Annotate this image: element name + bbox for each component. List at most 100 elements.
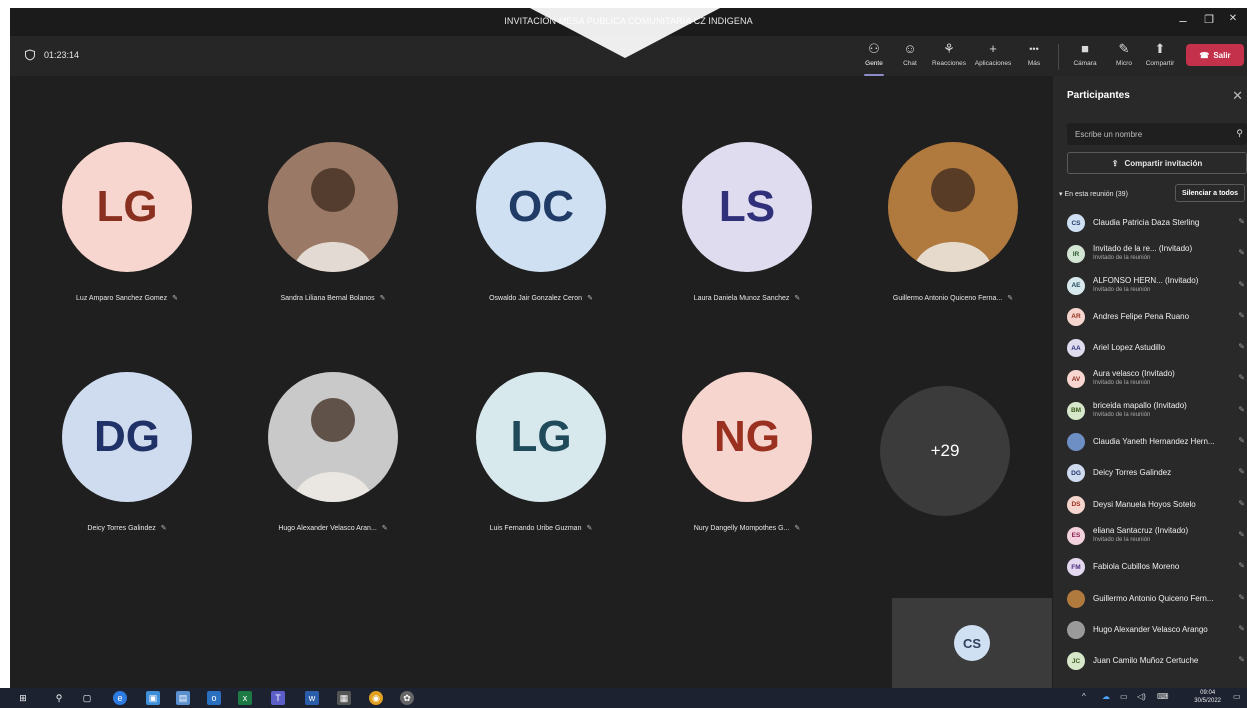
toolbar-divider — [1058, 44, 1059, 70]
participant-name-text: Deicy Torres Galindez — [87, 525, 156, 532]
participant-tile[interactable]: LG Luz Amparo Sanchez Gomez ✎ — [47, 142, 207, 302]
outlook-icon[interactable]: o — [207, 691, 221, 705]
participant-list-role: Invitado de la reunión — [1093, 536, 1151, 543]
camera-button[interactable]: ■ Cámara — [1063, 40, 1107, 74]
mic-off-icon: ✎ — [1238, 529, 1245, 539]
mic-off-icon: ✎ — [1238, 436, 1245, 446]
mic-off-icon: ✎ — [1238, 342, 1245, 352]
participant-list-item[interactable]: Guillermo Antonio Quiceno Fern... ✎ — [1053, 583, 1247, 614]
participant-tile[interactable]: OC Oswaldo Jair Gonzalez Ceron ✎ — [461, 142, 621, 302]
mic-off-icon: ✎ — [1238, 373, 1245, 383]
mic-off-icon: ✎ — [160, 525, 167, 532]
participant-name-text: Hugo Alexander Velasco Aran... — [278, 525, 377, 532]
volume-icon[interactable]: ◁) — [1137, 692, 1146, 701]
apps-button[interactable]: + Aplicaciones — [971, 40, 1015, 74]
close-icon[interactable]: ✕ — [1232, 88, 1243, 104]
more-icon: ••• — [1029, 44, 1039, 54]
chat-button[interactable]: ☺ Chat — [888, 40, 932, 74]
timer-text: 01:23:14 — [44, 50, 80, 60]
self-avatar: CS — [954, 625, 990, 661]
participant-list-item[interactable]: AA Ariel Lopez Astudillo ✎ — [1053, 332, 1247, 363]
tray-chevron-icon[interactable]: ^ — [1082, 692, 1086, 701]
participant-avatar: LG — [62, 142, 192, 272]
app-icon-2[interactable]: ✿ — [400, 691, 414, 705]
taskbar-clock[interactable]: 09:04 30/5/2022 — [1194, 689, 1221, 705]
more-button[interactable]: ••• Más — [1012, 40, 1056, 74]
participant-list-item[interactable]: IR Invitado de la re... (Invitado) Invitad… — [1053, 238, 1247, 269]
close-button[interactable]: ✕ — [1223, 13, 1243, 24]
participant-name: Deicy Torres Galindez ✎ — [47, 524, 207, 532]
participants-panel: Participantes ✕ Escribe un nombre ⚲ ⇪ Co… — [1053, 76, 1247, 688]
participant-avatar: LS — [682, 142, 812, 272]
participant-list-name: Hugo Alexander Velasco Arango — [1093, 624, 1208, 634]
participant-list-item[interactable]: DS Deysi Manuela Hoyos Sotelo ✎ — [1053, 489, 1247, 520]
participant-list-item[interactable]: CS Claudia Patricia Daza Sterling ✎ — [1053, 207, 1247, 238]
chrome-icon[interactable]: ◉ — [369, 691, 383, 705]
search-icon[interactable]: ⚲ — [1236, 128, 1243, 139]
participant-tile[interactable]: Sandra Liliana Bernal Bolanos ✎ — [253, 142, 413, 302]
calculator-icon[interactable]: ▦ — [337, 691, 351, 705]
participant-list-item[interactable]: Claudia Yaneth Hernandez Hern... ✎ — [1053, 426, 1247, 457]
search-input[interactable]: Escribe un nombre ⚲ — [1067, 123, 1247, 145]
share-invitation-button[interactable]: ⇪ Compartir invitación — [1067, 152, 1247, 174]
participant-list-item[interactable]: ES eliana Santacruz (Invitado) Invitado de… — [1053, 520, 1247, 551]
participant-list-item[interactable]: DG Deicy Torres Galindez ✎ — [1053, 457, 1247, 488]
network-icon[interactable]: ▭ — [1120, 692, 1128, 701]
leave-button[interactable]: ☎ Salir — [1186, 44, 1244, 66]
in-meeting-section-header[interactable]: ▾ En esta reunión (39) — [1059, 190, 1128, 198]
word-icon[interactable]: w — [305, 691, 319, 705]
participant-list-avatar: DS — [1067, 495, 1085, 514]
participant-list-item[interactable]: BM briceida mapallo (Invitado) Invitado de… — [1053, 395, 1247, 426]
participant-name-text: Luis Fernando Uribe Guzman — [489, 525, 582, 532]
participant-tile[interactable]: LG Luis Fernando Uribe Guzman ✎ — [461, 372, 621, 532]
onedrive-icon[interactable]: ☁ — [1102, 692, 1110, 701]
participant-tile[interactable]: Hugo Alexander Velasco Aran... ✎ — [253, 372, 413, 532]
participant-photo — [268, 142, 398, 272]
participant-list: CS Claudia Patricia Daza Sterling ✎ IR Invit… — [1053, 207, 1247, 676]
mic-off-icon: ✎ — [794, 295, 801, 302]
keyboard-icon[interactable]: ⌨ — [1157, 692, 1169, 701]
participant-tile[interactable]: DG Deicy Torres Galindez ✎ — [47, 372, 207, 532]
share-button[interactable]: ⬆ Compartir — [1138, 40, 1182, 74]
windows-start-icon[interactable]: ⊞ — [16, 691, 30, 705]
excel-icon[interactable]: x — [238, 691, 252, 705]
participant-list-item[interactable]: FM Fabiola Cubillos Moreno ✎ — [1053, 551, 1247, 582]
reactions-button[interactable]: ⚘ Reacciones — [927, 40, 971, 74]
participant-list-role: Invitado de la reunión — [1093, 255, 1151, 262]
app-icon[interactable]: ▤ — [176, 691, 190, 705]
phone-hangup-icon: ☎ — [1199, 50, 1210, 60]
participant-list-item[interactable]: AV Aura velasco (Invitado) Invitado de la … — [1053, 363, 1247, 394]
participant-list-name: Invitado de la re... (Invitado) — [1093, 244, 1193, 254]
maximize-button[interactable]: ❐ — [1199, 13, 1219, 26]
participant-list-item[interactable]: AR Andres Felipe Pena Ruano ✎ — [1053, 301, 1247, 332]
participant-list-avatar: DG — [1067, 464, 1085, 483]
edge-icon[interactable]: e — [113, 691, 127, 705]
participant-name-text: Guillermo Antonio Quiceno Ferna... — [892, 295, 1003, 302]
participant-list-avatar: IR — [1067, 245, 1085, 264]
search-icon[interactable]: ⚲ — [52, 691, 66, 705]
mute-all-button[interactable]: Silenciar a todos — [1175, 184, 1245, 202]
participant-list-item[interactable]: AE ALFONSO HERN... (Invitado) Invitado de … — [1053, 270, 1247, 301]
minimize-button[interactable]: – — [1173, 13, 1193, 28]
participant-tile[interactable]: Guillermo Antonio Quiceno Ferna... ✎ — [873, 142, 1033, 302]
participant-list-name: Claudia Patricia Daza Sterling — [1093, 218, 1200, 227]
notifications-icon[interactable]: ▭ — [1233, 692, 1241, 701]
teams-icon[interactable]: T — [271, 691, 285, 705]
participant-tile[interactable]: NG Nury Dangelly Mompothes G... ✎ — [667, 372, 827, 532]
mic-off-icon: ✎ — [1238, 404, 1245, 414]
mic-off-icon: ✎ — [381, 525, 388, 532]
participant-list-item[interactable]: Hugo Alexander Velasco Arango ✎ — [1053, 614, 1247, 645]
overflow-participants-tile[interactable]: +29 — [880, 386, 1010, 516]
reactions-icon: ⚘ — [943, 41, 955, 56]
mic-off-icon: ✎ — [1238, 561, 1245, 571]
chat-icon: ☺ — [903, 41, 917, 56]
panel-title: Participantes — [1067, 90, 1130, 101]
participant-tile[interactable]: LS Laura Daniela Munoz Sanchez ✎ — [667, 142, 827, 302]
store-icon[interactable]: ▣ — [146, 691, 160, 705]
mic-off-icon: ✎ — [1238, 655, 1245, 665]
task-view-icon[interactable]: ▢ — [80, 691, 94, 705]
participant-list-item[interactable]: JC Juan Camilo Muñoz Certuche ✎ — [1053, 645, 1247, 676]
participant-name-text: Sandra Liliana Bernal Bolanos — [280, 295, 375, 302]
participant-list-name: Claudia Yaneth Hernandez Hern... — [1093, 437, 1215, 447]
participant-list-role: Invitado de la reunión — [1093, 286, 1151, 293]
